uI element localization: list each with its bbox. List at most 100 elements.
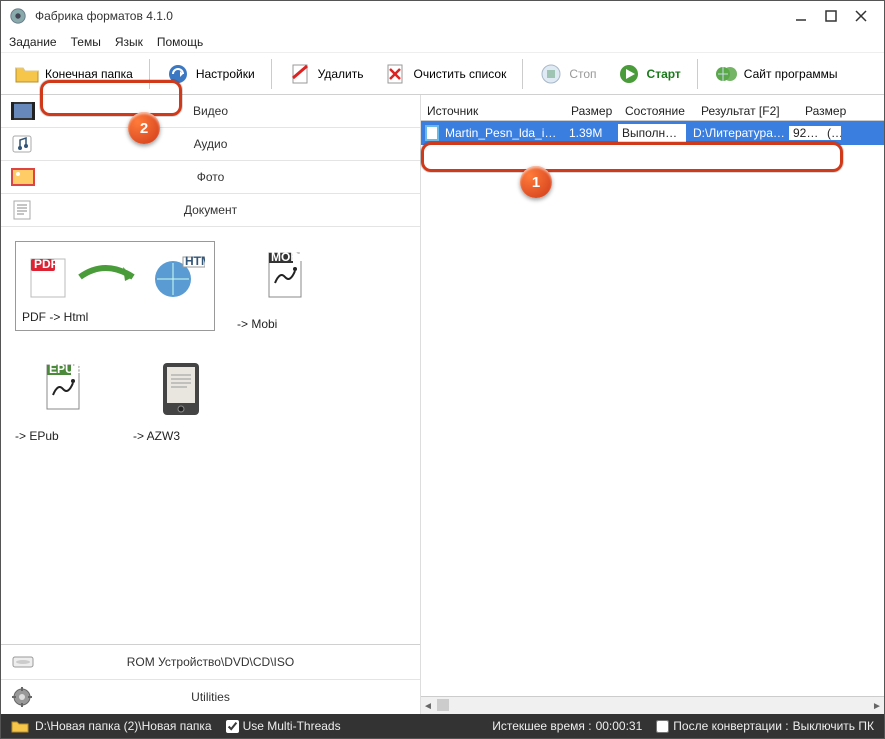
clear-label: Очистить список xyxy=(413,67,506,81)
main-area: Видео Аудио Фото Документ xyxy=(1,95,884,714)
after-convert-checkbox[interactable] xyxy=(656,720,669,733)
settings-button[interactable]: Настройки xyxy=(158,58,263,90)
tile-epub-label: -> EPub xyxy=(15,429,59,443)
file-type-icon xyxy=(425,125,441,141)
file-row[interactable]: Martin_Pesn_lda_i_pl... 1.39M Выполнено … xyxy=(421,121,884,145)
category-photo-label: Фото xyxy=(41,170,420,184)
horizontal-scrollbar[interactable]: ◄ ► xyxy=(421,696,884,714)
delete-button[interactable]: Удалить xyxy=(280,58,372,90)
category-rom[interactable]: ROM Устройство\DVD\CD\ISO xyxy=(1,645,420,679)
epub-icon: EPUB xyxy=(15,353,111,425)
menu-lang[interactable]: Язык xyxy=(115,35,143,49)
azw3-icon xyxy=(133,353,229,425)
col-size[interactable]: Размер xyxy=(565,104,619,118)
scroll-thumb[interactable] xyxy=(437,699,449,711)
tile-mobi[interactable]: MOBI -> Mobi xyxy=(237,241,333,331)
category-utilities[interactable]: Utilities xyxy=(1,680,420,714)
scroll-right-icon[interactable]: ► xyxy=(870,699,884,713)
svg-text:HTML: HTML xyxy=(185,254,205,268)
tile-mobi-label: -> Mobi xyxy=(237,317,277,331)
multi-threads-check[interactable]: Use Multi-Threads xyxy=(226,719,341,733)
menu-task[interactable]: Задание xyxy=(9,35,57,49)
tile-pdf-html-label: PDF -> Html xyxy=(22,310,88,324)
after-convert-check[interactable]: После конвертации : Выключить ПК xyxy=(656,719,874,733)
output-folder-label: Конечная папка xyxy=(45,67,133,81)
audio-icon xyxy=(11,132,41,156)
statusbar: D:\Новая папка (2)\Новая папка Use Multi… xyxy=(1,714,884,738)
status-folder-icon xyxy=(11,719,29,733)
menubar: Задание Темы Язык Помощь xyxy=(1,31,884,53)
folder-icon xyxy=(15,62,39,86)
photo-icon xyxy=(11,165,41,189)
after-convert-label: После конвертации : xyxy=(673,719,788,733)
video-icon xyxy=(11,99,41,123)
menu-themes[interactable]: Темы xyxy=(71,35,101,49)
settings-icon xyxy=(166,62,190,86)
stop-button[interactable]: Стоп xyxy=(531,58,604,90)
toolbar-separator xyxy=(697,59,698,89)
right-panel: Источник Размер Состояние Результат [F2]… xyxy=(421,95,884,714)
tile-azw3[interactable]: -> AZW3 xyxy=(133,353,229,443)
titlebar: Фабрика форматов 4.1.0 xyxy=(1,1,884,31)
left-panel: Видео Аудио Фото Документ xyxy=(1,95,421,714)
clear-icon xyxy=(383,62,407,86)
category-video[interactable]: Видео xyxy=(1,95,420,127)
output-folder-button[interactable]: Конечная папка xyxy=(7,58,141,90)
file-name: Martin_Pesn_lda_i_pl... xyxy=(441,126,565,140)
app-icon xyxy=(9,7,27,25)
col-state[interactable]: Состояние xyxy=(619,104,695,118)
category-photo[interactable]: Фото xyxy=(1,161,420,193)
mobi-icon: MOBI xyxy=(237,241,333,313)
scroll-left-icon[interactable]: ◄ xyxy=(421,699,435,713)
globe-icon xyxy=(714,62,738,86)
file-outsize: 923K xyxy=(789,126,823,140)
toolbar-separator xyxy=(522,59,523,89)
minimize-button[interactable] xyxy=(786,4,816,28)
svg-text:EPUB: EPUB xyxy=(49,363,83,376)
start-label: Старт xyxy=(647,67,681,81)
col-result[interactable]: Результат [F2] xyxy=(695,104,799,118)
category-document-label: Документ xyxy=(41,203,420,217)
window-title: Фабрика форматов 4.1.0 xyxy=(35,9,786,23)
stop-icon xyxy=(539,62,563,86)
file-size: 1.39M xyxy=(565,126,615,140)
site-button[interactable]: Сайт программы xyxy=(706,58,846,90)
toolbar: Конечная папка Настройки Удалить Очистит… xyxy=(1,53,884,95)
category-audio[interactable]: Аудио xyxy=(1,128,420,160)
start-icon xyxy=(617,62,641,86)
elapsed-label: Истекшее время : xyxy=(492,719,591,733)
col-source[interactable]: Источник xyxy=(421,104,565,118)
file-tail: (4 xyxy=(823,126,841,140)
category-video-label: Видео xyxy=(41,104,420,118)
tile-azw3-label: -> AZW3 xyxy=(133,429,180,443)
maximize-button[interactable] xyxy=(816,4,846,28)
tile-epub[interactable]: EPUB -> EPub xyxy=(15,353,111,443)
delete-label: Удалить xyxy=(318,67,364,81)
category-audio-label: Аудио xyxy=(41,137,420,151)
tile-pdf-html[interactable]: PDF HTML PDF -> Html xyxy=(15,241,215,331)
close-button[interactable] xyxy=(846,4,876,28)
svg-text:MOBI: MOBI xyxy=(271,251,302,264)
start-button[interactable]: Старт xyxy=(609,58,689,90)
after-convert-value: Выключить ПК xyxy=(793,719,874,733)
menu-help[interactable]: Помощь xyxy=(157,35,203,49)
file-state: Выполнено xyxy=(617,123,687,143)
bottom-categories: ROM Устройство\DVD\CD\ISO Utilities xyxy=(1,644,420,714)
utilities-icon xyxy=(11,685,41,709)
col-size2[interactable]: Размер xyxy=(799,104,849,118)
rom-icon xyxy=(11,650,41,674)
elapsed-value: 00:00:31 xyxy=(596,719,643,733)
clear-button[interactable]: Очистить список xyxy=(375,58,514,90)
category-utilities-label: Utilities xyxy=(41,690,420,704)
category-document[interactable]: Документ xyxy=(1,194,420,226)
delete-icon xyxy=(288,62,312,86)
stop-label: Стоп xyxy=(569,67,596,81)
status-path-group: D:\Новая папка (2)\Новая папка xyxy=(11,719,212,733)
pdf-html-icon: PDF HTML xyxy=(22,248,208,306)
file-dest: D:\Литература\... xyxy=(689,126,789,140)
document-icon xyxy=(11,198,41,222)
toolbar-separator xyxy=(271,59,272,89)
multi-threads-checkbox[interactable] xyxy=(226,720,239,733)
settings-label: Настройки xyxy=(196,67,255,81)
status-path[interactable]: D:\Новая папка (2)\Новая папка xyxy=(35,719,212,733)
